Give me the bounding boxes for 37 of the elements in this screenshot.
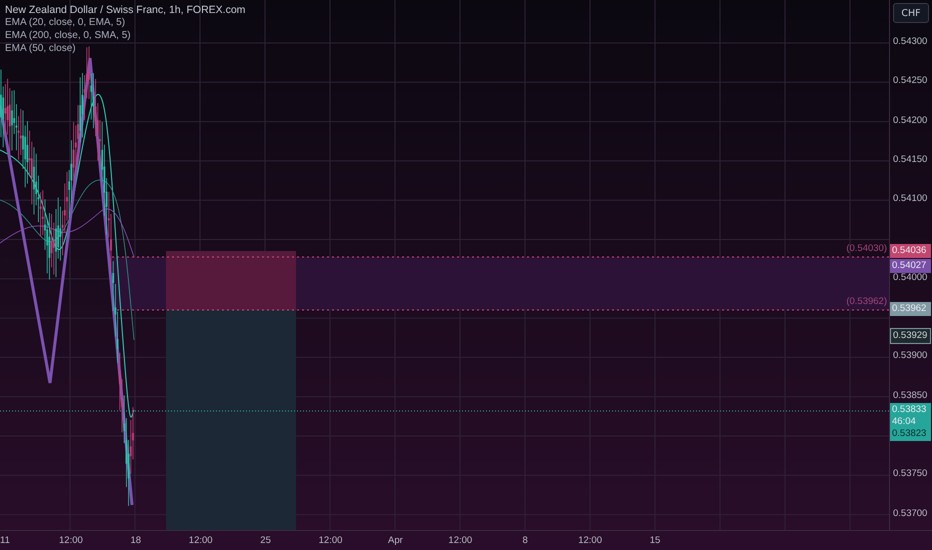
time-label: 15 (650, 535, 660, 546)
price-label: 0.53750 (893, 468, 928, 480)
price-tag: 0.54027 (890, 258, 931, 272)
time-label: 25 (260, 535, 271, 546)
countdown: 46:04 (892, 416, 917, 428)
currency-button[interactable]: CHF (893, 3, 929, 23)
time-label: 12:00 (578, 535, 602, 546)
time-label: 12:00 (448, 535, 472, 546)
price-label: 0.53900 (893, 350, 928, 362)
price-line-label: (0.53962) (846, 296, 887, 307)
indicator-label[interactable]: EMA (20, close, 0, EMA, 5) (5, 17, 246, 29)
time-label: 8 (522, 535, 528, 546)
price-label: 0.54200 (893, 114, 928, 126)
target-zone[interactable] (166, 310, 296, 530)
indicator-label[interactable]: EMA (200, close, 0, SMA, 5) (5, 30, 246, 42)
price-label: 0.53850 (893, 390, 928, 401)
price-value: 0.53833 (892, 404, 928, 416)
time-label: 12:00 (318, 535, 342, 546)
time-label: 12:00 (59, 535, 83, 546)
time-label: 12:00 (188, 535, 213, 546)
price-tag: 0.53929 (890, 328, 931, 344)
price-label: 0.54300 (893, 36, 928, 47)
price-label: 0.54000 (893, 272, 928, 283)
stop-zone[interactable] (166, 251, 296, 310)
time-label: 18 (130, 535, 142, 546)
price-tag: 0.54036 (890, 244, 931, 258)
price-label: 0.54250 (893, 75, 928, 86)
price-label: 0.53700 (893, 508, 928, 519)
price-label: 0.54150 (893, 154, 928, 165)
indicator-label[interactable]: EMA (50, close) (5, 43, 246, 55)
price-label: 0.54100 (893, 193, 928, 204)
price-line-label: (0.54030) (846, 243, 887, 254)
chart-title: New Zealand Dollar / Swiss Franc, 1h, FOREX.com (5, 4, 246, 16)
time-label: 11 (0, 535, 10, 546)
price-value: 0.53823 (892, 428, 928, 440)
time-label: Apr (388, 535, 403, 546)
price-tag: 0.53962 (890, 302, 931, 316)
